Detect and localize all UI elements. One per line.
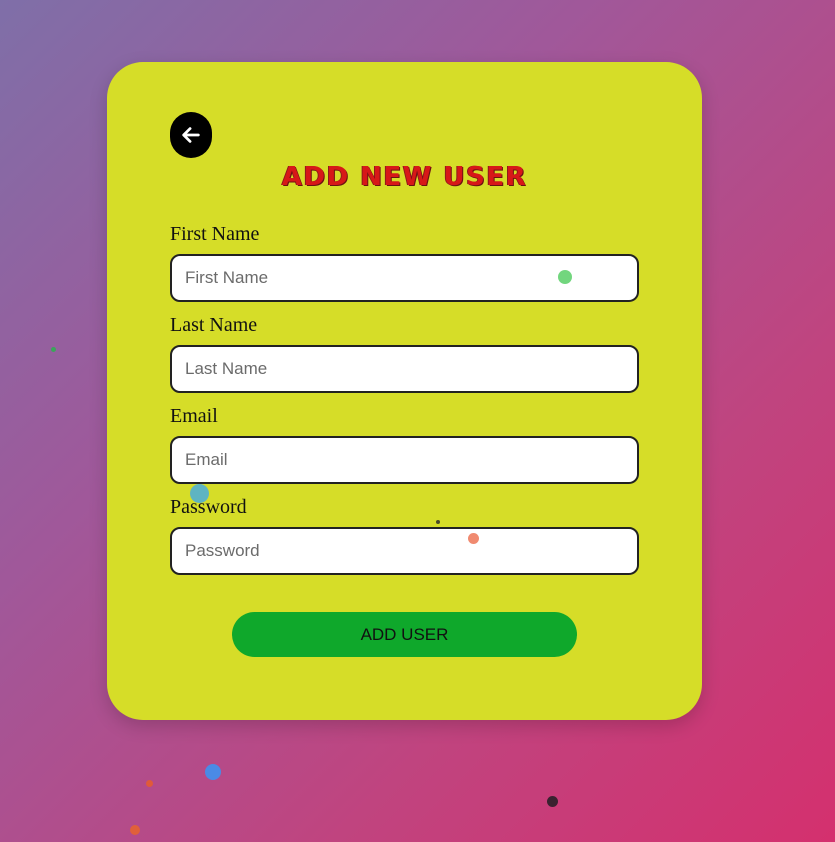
decorative-dot	[146, 780, 153, 787]
decorative-dot	[558, 270, 572, 284]
last-name-input[interactable]	[170, 345, 639, 393]
email-label: Email	[170, 405, 218, 427]
add-user-button[interactable]: ADD USER	[232, 612, 577, 657]
decorative-dot	[51, 347, 56, 352]
decorative-dot	[468, 533, 479, 544]
decorative-dot	[436, 520, 440, 524]
back-button[interactable]	[170, 112, 212, 158]
first-name-label: First Name	[170, 223, 260, 245]
decorative-dot	[130, 825, 140, 835]
password-label: Password	[170, 496, 247, 518]
decorative-dot	[547, 796, 558, 807]
decorative-dot	[205, 764, 221, 780]
last-name-label: Last Name	[170, 314, 258, 336]
email-input[interactable]	[170, 436, 639, 484]
arrow-left-icon	[182, 127, 200, 143]
password-input[interactable]	[170, 527, 639, 575]
add-user-card: ADD NEW USER First Name Last Name Email …	[107, 62, 702, 720]
page-title: ADD NEW USER	[281, 162, 528, 192]
decorative-dot	[190, 484, 209, 503]
